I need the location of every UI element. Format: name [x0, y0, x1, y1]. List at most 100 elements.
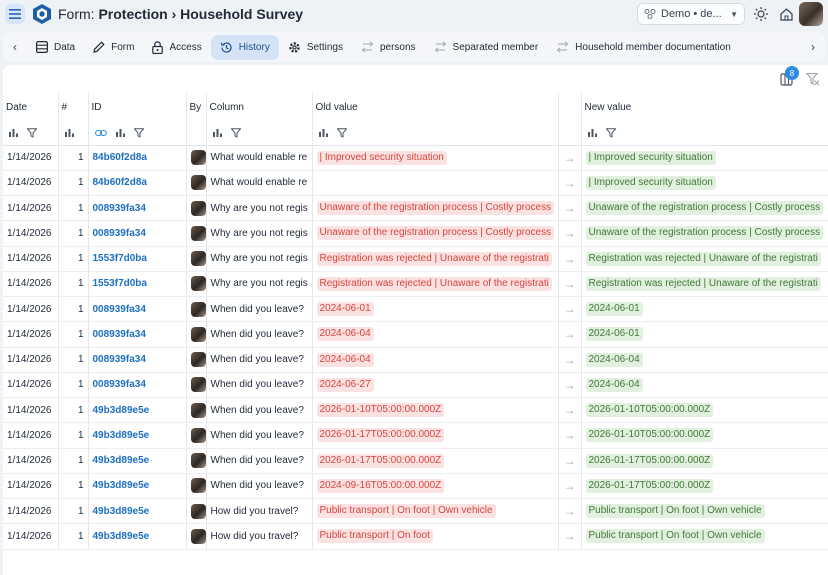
new-value-cell: Public transport | On foot | Own vehicle — [581, 523, 828, 550]
table-row[interactable]: 1/14/2026 1 49b3d89e5e When did you leave? 2… — [3, 397, 828, 424]
filter-icon[interactable] — [27, 128, 37, 138]
record-id-link[interactable]: 49b3d89e5e — [93, 506, 150, 517]
tab-household-member-documentation[interactable]: Household member documentation — [547, 35, 740, 60]
date-cell: 1/14/2026 — [3, 498, 59, 525]
record-id-link[interactable]: 49b3d89e5e — [93, 405, 150, 416]
table-row[interactable]: 1/14/2026 1 49b3d89e5e When did you leave? 2… — [3, 473, 828, 500]
by-cell — [186, 271, 207, 298]
tab-separated-member[interactable]: Separated member — [425, 35, 548, 60]
arrow-right-icon: → — [558, 448, 582, 474]
tab-form[interactable]: Form — [84, 35, 143, 60]
tab-access[interactable]: Access — [143, 35, 210, 60]
by-cell — [186, 195, 207, 222]
table-row[interactable]: 1/14/2026 1 008939fa34 When did you leave? 2… — [3, 321, 828, 348]
number-cell: 1 — [58, 372, 89, 399]
old-value-cell: 2024-06-04 — [312, 347, 559, 373]
arrow-right-icon: → — [558, 271, 582, 298]
title-form-name[interactable]: Protection — [98, 6, 167, 22]
table-row[interactable]: 1/14/2026 1 84b60f2d8a What would enable re… — [3, 145, 828, 171]
record-id-link[interactable]: 84b60f2d8a — [93, 152, 147, 163]
column-header-old-value[interactable]: Old value — [312, 93, 559, 121]
chevron-down-icon: ▼ — [730, 9, 738, 19]
page-title: Form: Protection › Household Survey — [58, 6, 303, 22]
tab-persons[interactable]: persons — [352, 35, 425, 60]
column-cell: Why are you not regis — [206, 220, 313, 247]
number-cell: 1 — [58, 170, 89, 197]
record-id-link[interactable]: 008939fa34 — [93, 304, 146, 315]
tab-data[interactable]: Data — [27, 35, 84, 60]
column-header-new-value[interactable]: New value — [581, 93, 828, 121]
record-id-link[interactable]: 1553f7d0ba — [93, 278, 147, 289]
table-row[interactable]: 1/14/2026 1 1553f7d0ba Why are you not regi… — [3, 271, 828, 298]
column-header-spacer — [558, 93, 582, 121]
table-row[interactable]: 1/14/2026 1 1553f7d0ba Why are you not regi… — [3, 246, 828, 272]
id-header-tools — [88, 121, 187, 146]
number-cell: 1 — [58, 145, 89, 171]
new-value: Public transport | On foot | Own vehicle — [585, 504, 765, 519]
sort-icon[interactable] — [9, 128, 18, 138]
table-row[interactable]: 1/14/2026 1 49b3d89e5e When did you leave? 2… — [3, 422, 828, 449]
arrow-right-icon: → — [558, 246, 582, 272]
filter-icon[interactable] — [605, 128, 616, 138]
record-id-link[interactable]: 008939fa34 — [93, 329, 146, 340]
record-id-link[interactable]: 008939fa34 — [93, 228, 146, 239]
new-value: Registration was rejected | Unaware of t… — [585, 251, 821, 266]
record-id-link[interactable]: 008939fa34 — [93, 379, 146, 390]
table-row[interactable]: 1/14/2026 1 008939fa34 Why are you not regi… — [3, 220, 828, 247]
record-id-link[interactable]: 008939fa34 — [93, 354, 146, 365]
old-value: 2024-06-04 — [316, 327, 374, 342]
column-header-column[interactable]: Column — [206, 93, 313, 121]
table-row[interactable]: 1/14/2026 1 008939fa34 Why are you not regi… — [3, 195, 828, 222]
sort-icon[interactable] — [587, 128, 597, 138]
record-id-link[interactable]: 1553f7d0ba — [93, 253, 147, 264]
old-value-header-tools — [312, 121, 559, 146]
user-avatar — [190, 528, 205, 544]
record-id-link[interactable]: 49b3d89e5e — [93, 531, 150, 542]
old-value-cell: Public transport | On foot — [312, 523, 559, 550]
tab-settings[interactable]: Settings — [279, 35, 352, 60]
swap-icon — [434, 41, 446, 53]
swap-icon — [556, 41, 569, 53]
arrow-right-icon: → — [558, 195, 582, 222]
tabs-scroll-left-button[interactable]: ‹ — [3, 32, 27, 62]
table-row[interactable]: 1/14/2026 1 008939fa34 When did you leave? 2… — [3, 347, 828, 373]
table-row[interactable]: 1/14/2026 1 49b3d89e5e How did you travel? P… — [3, 498, 828, 525]
column-header-by[interactable]: By — [186, 93, 207, 121]
column-header-date[interactable]: Date — [3, 93, 59, 121]
sort-icon[interactable] — [212, 128, 222, 138]
record-id-link[interactable]: 49b3d89e5e — [93, 480, 150, 491]
table-row[interactable]: 1/14/2026 1 49b3d89e5e How did you travel? P… — [3, 523, 828, 550]
table-row[interactable]: 1/14/2026 1 008939fa34 When did you leave? 2… — [3, 296, 828, 323]
user-avatar[interactable] — [799, 2, 823, 26]
record-id-link[interactable]: 84b60f2d8a — [93, 177, 147, 188]
filter-icon[interactable] — [133, 128, 144, 138]
clear-filter-icon[interactable] — [806, 72, 820, 86]
table-row[interactable]: 1/14/2026 1 84b60f2d8a What would enable re… — [3, 170, 828, 197]
link-icon[interactable] — [94, 129, 107, 137]
database-selector[interactable]: Demo • de... ▼ — [637, 3, 745, 25]
column-cell: How did you travel? — [206, 523, 313, 550]
tab-history[interactable]: History — [210, 34, 279, 60]
column-header-id[interactable]: ID — [88, 93, 187, 121]
table-row[interactable]: 1/14/2026 1 49b3d89e5e When did you leave? 2… — [3, 448, 828, 474]
filter-icon[interactable] — [230, 128, 241, 138]
sort-icon[interactable] — [115, 128, 125, 138]
filter-icon[interactable] — [336, 128, 347, 138]
table-row[interactable]: 1/14/2026 1 008939fa34 When did you leave? 2… — [3, 372, 828, 399]
old-value-cell: 2026-01-17T05:00:00.000Z — [312, 448, 559, 474]
theme-toggle-button[interactable] — [752, 5, 770, 23]
tabs-scroll-right-button[interactable]: › — [801, 32, 825, 62]
record-id-link[interactable]: 49b3d89e5e — [93, 455, 150, 466]
sort-icon[interactable] — [318, 128, 328, 138]
new-value-cell: Unaware of the registration process | Co… — [581, 195, 828, 222]
record-id-link[interactable]: 49b3d89e5e — [93, 430, 150, 441]
home-button[interactable] — [777, 5, 795, 23]
arrow-right-icon: → — [558, 523, 582, 550]
app-logo-icon[interactable] — [33, 4, 51, 24]
column-header-number[interactable]: # — [58, 93, 89, 121]
sort-icon[interactable] — [64, 128, 74, 138]
column-cell: Why are you not regis — [206, 195, 313, 222]
menu-button[interactable] — [5, 4, 25, 24]
arrow-right-icon: → — [558, 498, 582, 525]
record-id-link[interactable]: 008939fa34 — [93, 203, 146, 214]
